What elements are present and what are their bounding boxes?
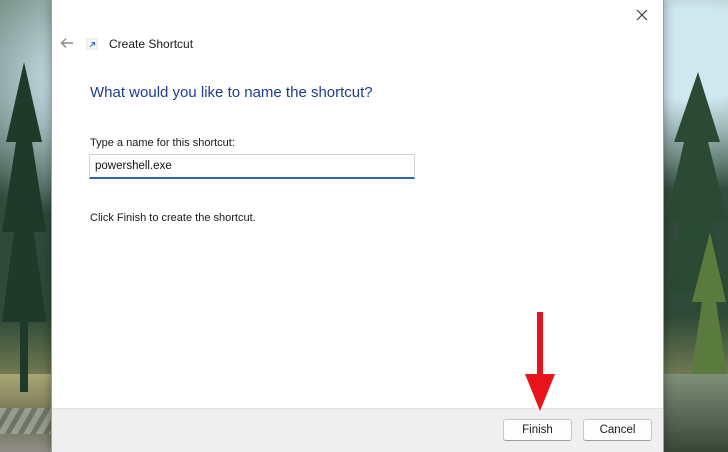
shortcut-name-input[interactable] (89, 154, 415, 179)
close-button[interactable] (623, 0, 661, 30)
close-icon (636, 9, 648, 21)
shortcut-name-label: Type a name for this shortcut: (90, 137, 235, 149)
desktop-rocks (0, 408, 52, 434)
finish-button[interactable]: Finish (503, 419, 572, 441)
dialog-title: Create Shortcut (109, 37, 194, 51)
page-heading: What would you like to name the shortcut… (90, 84, 373, 101)
back-button[interactable] (57, 33, 77, 53)
create-shortcut-dialog: Create Shortcut What would you like to n… (51, 0, 664, 452)
dialog-footer: Finish Cancel (52, 408, 663, 452)
cancel-button[interactable]: Cancel (583, 419, 652, 441)
desktop-river (660, 374, 728, 452)
annotation-arrow-icon (525, 312, 555, 411)
back-arrow-icon (60, 38, 73, 48)
shortcut-icon (86, 38, 98, 50)
finish-hint: Click Finish to create the shortcut. (90, 212, 256, 224)
desktop-tree (2, 62, 46, 392)
